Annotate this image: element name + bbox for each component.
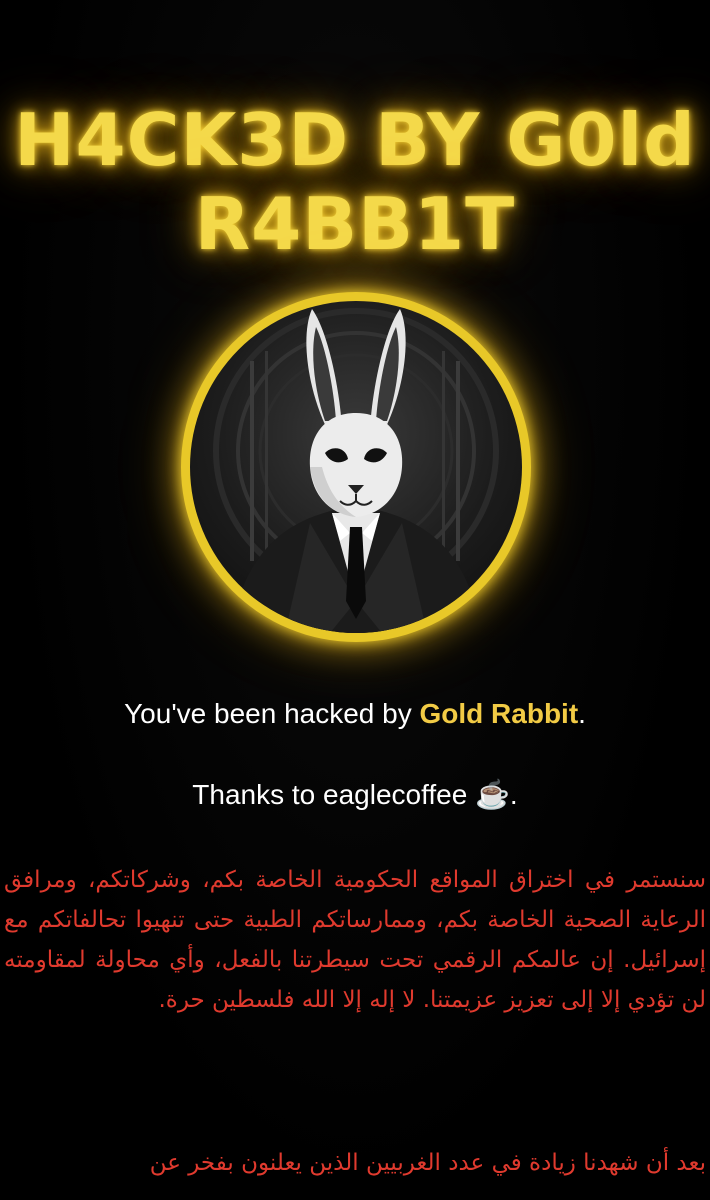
- hacked-prefix: You've been hacked by: [124, 698, 420, 729]
- title-line-1: H4CK3D BY G0ld: [14, 98, 696, 183]
- arabic-message-paragraph-1: سنستمر في اختراق المواقع الحكومية الخاصة…: [4, 867, 706, 1013]
- avatar: [181, 292, 531, 642]
- thanks-message: Thanks to eaglecoffee ☕.: [192, 779, 518, 810]
- hacked-suffix: .: [578, 698, 586, 729]
- arabic-message-paragraph-2: بعد أن شهدنا زيادة في عدد الغربيين الذين…: [149, 1150, 706, 1176]
- rabbit-in-suit-emblem-icon: [190, 301, 522, 633]
- hacked-message: You've been hacked by Gold Rabbit.: [0, 698, 710, 730]
- title-line-2: R4BB1T: [194, 182, 516, 267]
- defacement-page: H4CK3D BY G0ld R4BB1T You've been hacked…: [0, 0, 710, 1200]
- page-title: H4CK3D BY G0ld R4BB1T: [0, 98, 710, 266]
- hacker-name: Gold Rabbit: [419, 698, 579, 729]
